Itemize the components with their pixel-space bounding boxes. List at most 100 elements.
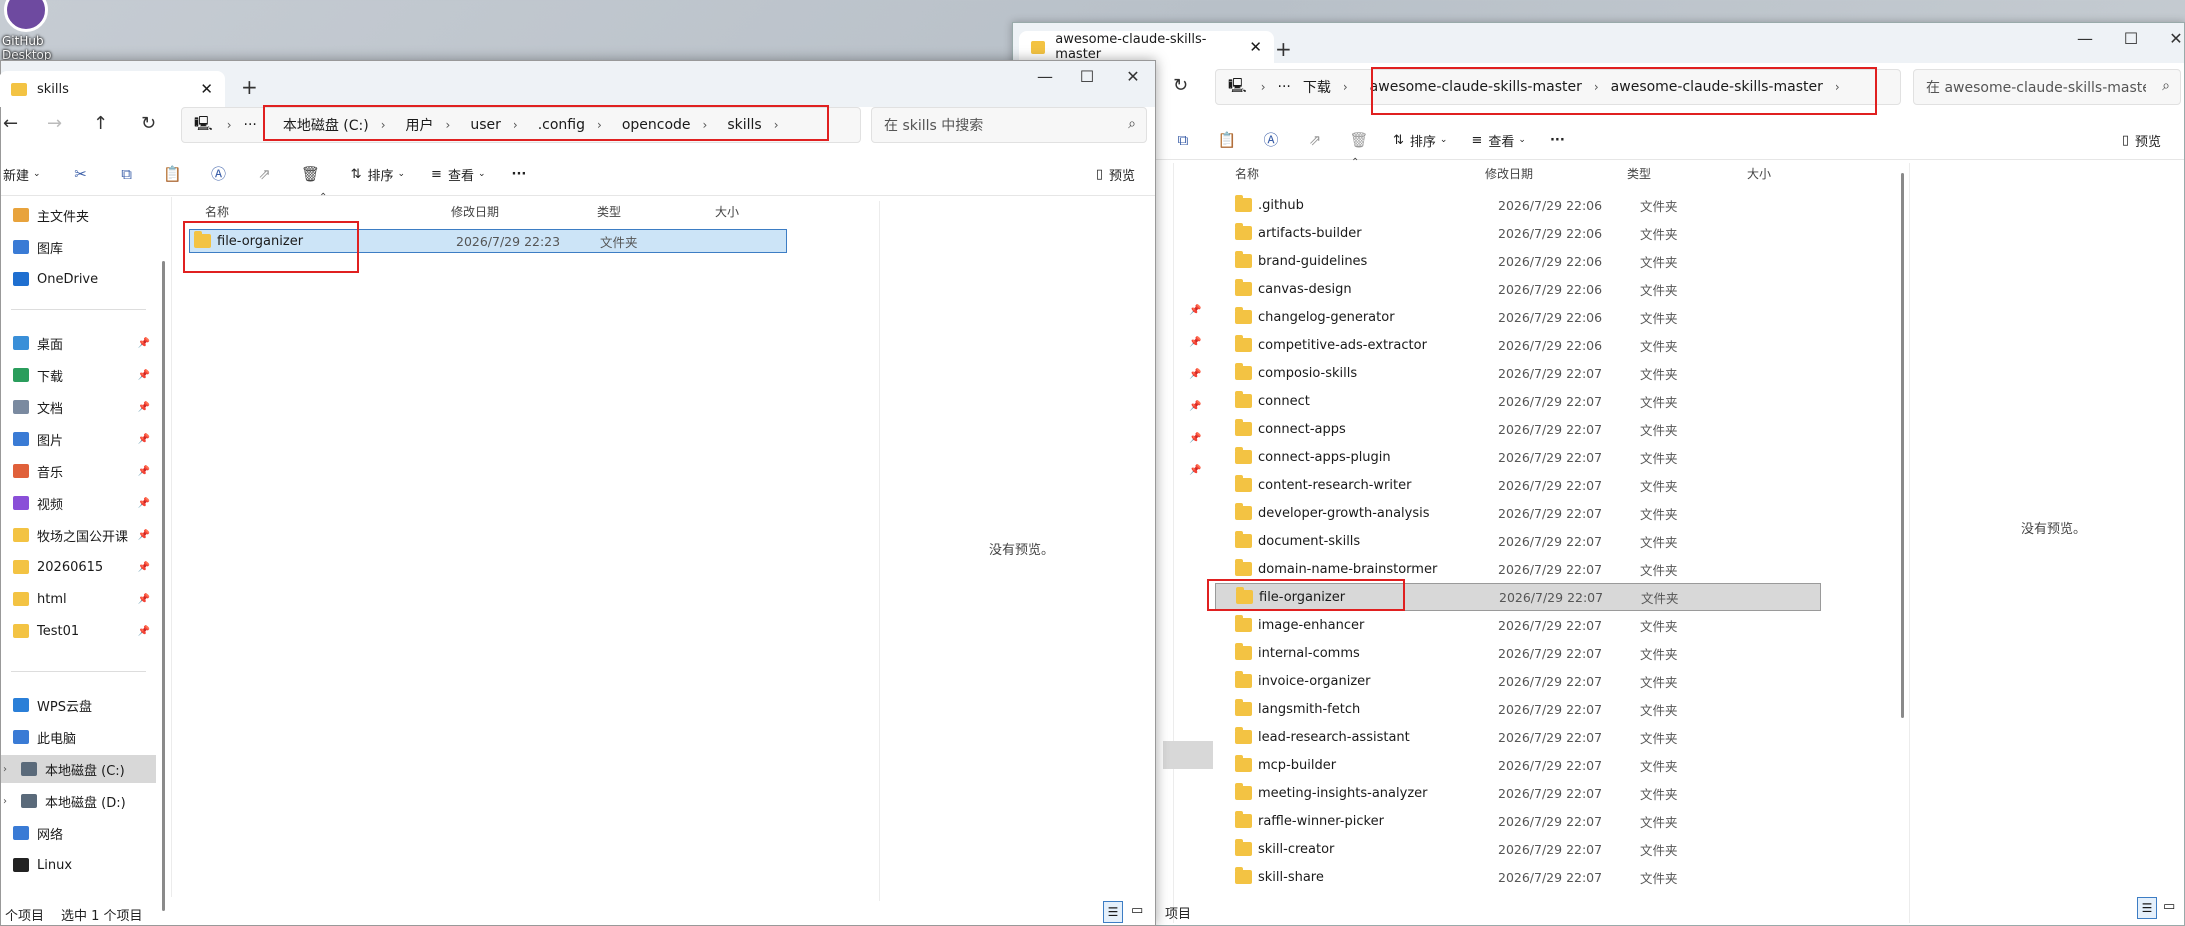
table-row[interactable]: skill-creator 2026/7/29 22:07 文件夹 [1215, 835, 1821, 863]
table-row[interactable]: artifacts-builder 2026/7/29 22:06 文件夹 [1215, 219, 1821, 247]
refresh-icon[interactable]: ↻ [141, 113, 156, 134]
sidebar-item[interactable]: 图片 📌 [1, 425, 156, 453]
breadcrumb-users[interactable]: 用户 [406, 115, 434, 135]
close-window-button[interactable]: ✕ [2156, 29, 2185, 48]
table-row[interactable]: connect 2026/7/29 22:07 文件夹 [1215, 387, 1821, 415]
preview-button[interactable]: 预览 [1109, 165, 1135, 184]
pin-icon[interactable]: 📌 [138, 434, 150, 445]
pin-icon[interactable]: 📌 [138, 562, 150, 573]
pin-icon[interactable]: 📌 [1189, 337, 1201, 348]
sidebar-item[interactable]: 此电脑 [1, 723, 156, 751]
rename-icon[interactable]: Ⓐ [209, 164, 229, 184]
more-options-button[interactable]: ··· [512, 167, 527, 182]
table-row[interactable]: brand-guidelines 2026/7/29 22:06 文件夹 [1215, 247, 1821, 275]
tiles-view-button[interactable]: ▭ [1131, 903, 1143, 918]
copy-icon[interactable]: ⧉ [1173, 130, 1193, 150]
table-row[interactable]: developer-growth-analysis 2026/7/29 22:07… [1215, 499, 1821, 527]
paste-icon[interactable]: 📋 [1217, 130, 1237, 150]
view-button[interactable]: 查看 [1488, 131, 1514, 150]
breadcrumb-config[interactable]: .config [538, 117, 585, 133]
maximize-button[interactable]: ☐ [2111, 29, 2151, 48]
sidebar-item[interactable]: html 📌 [1, 585, 156, 613]
column-header-name[interactable]: 名称 [1235, 165, 1259, 182]
sidebar-item[interactable]: 桌面 📌 [1, 329, 156, 357]
paste-icon[interactable]: 📋 [163, 164, 183, 184]
breadcrumb-repo-inner[interactable]: awesome-claude-skills-master [1611, 79, 1823, 95]
table-row[interactable]: lead-research-assistant 2026/7/29 22:07 文件… [1215, 723, 1821, 751]
sidebar-item[interactable]: 20260615 📌 [1, 553, 156, 581]
share-icon[interactable]: ⇗ [1305, 130, 1325, 150]
new-tab-button[interactable]: + [1275, 37, 1292, 61]
table-row[interactable]: document-skills 2026/7/29 22:07 文件夹 [1215, 527, 1821, 555]
search-input[interactable]: 在 awesome-claude-skills-master 中 ⌕ [1913, 69, 2181, 105]
more-crumbs-icon[interactable]: ··· [1278, 79, 1291, 95]
column-header-date[interactable]: 修改日期 [1485, 165, 1533, 182]
sidebar-item[interactable]: › 本地磁盘 (D:) [1, 787, 156, 815]
breadcrumb-repo[interactable]: awesome-claude-skills-master [1370, 79, 1582, 95]
sidebar-item[interactable]: 视频 📌 [1, 489, 156, 517]
more-crumbs-icon[interactable]: ··· [244, 117, 257, 133]
table-row[interactable]: .github 2026/7/29 22:06 文件夹 [1215, 191, 1821, 219]
table-row[interactable]: composio-skills 2026/7/29 22:07 文件夹 [1215, 359, 1821, 387]
maximize-button[interactable]: ☐ [1067, 67, 1107, 86]
cut-icon[interactable]: ✂ [71, 164, 91, 184]
table-row[interactable]: content-research-writer 2026/7/29 22:07 文件… [1215, 471, 1821, 499]
sidebar-item[interactable]: 牧场之国公开课 📌 [1, 521, 156, 549]
column-header-size[interactable]: 大小 [1747, 165, 1771, 182]
address-bar[interactable]: 🖳 › ··· 下载 › awesome-claude-skills-maste… [1215, 69, 1901, 105]
sidebar-item[interactable]: › 本地磁盘 (C:) [1, 755, 156, 783]
pin-icon[interactable]: 📌 [1189, 433, 1201, 444]
sidebar-item[interactable]: 网络 [1, 819, 156, 847]
new-button[interactable]: 新建 [3, 165, 29, 184]
pin-icon[interactable]: 📌 [138, 594, 150, 605]
pin-icon[interactable]: 📌 [1189, 465, 1201, 476]
copy-icon[interactable]: ⧉ [117, 164, 137, 184]
pin-icon[interactable]: 📌 [138, 466, 150, 477]
github-desktop-shortcut[interactable]: GitHub Desktop [0, 0, 60, 62]
pin-icon[interactable]: 📌 [1189, 369, 1201, 380]
pin-icon[interactable]: 📌 [138, 626, 150, 637]
sort-button[interactable]: 排序 [367, 165, 393, 184]
table-row[interactable]: file-organizer 2026/7/29 22:23 文件夹 [189, 229, 787, 253]
sidebar-item[interactable]: 下载 📌 [1, 361, 156, 389]
scrollbar[interactable] [1901, 173, 1904, 718]
table-row[interactable]: competitive-ads-extractor 2026/7/29 22:06… [1215, 331, 1821, 359]
table-row[interactable]: invoice-organizer 2026/7/29 22:07 文件夹 [1215, 667, 1821, 695]
table-row[interactable]: canvas-design 2026/7/29 22:06 文件夹 [1215, 275, 1821, 303]
pin-icon[interactable]: 📌 [1189, 305, 1201, 316]
breadcrumb-downloads[interactable]: 下载 [1303, 77, 1331, 97]
minimize-button[interactable]: — [1025, 67, 1065, 86]
rename-icon[interactable]: Ⓐ [1261, 130, 1281, 150]
tab-awesome-claude-skills-master[interactable]: awesome-claude-skills-master ✕ [1019, 31, 1274, 63]
forward-button[interactable]: → [47, 113, 62, 134]
sort-button[interactable]: 排序 [1410, 131, 1436, 150]
chevron-right-icon[interactable]: › [3, 796, 7, 807]
more-options-button[interactable]: ··· [1550, 133, 1565, 148]
new-tab-button[interactable]: + [241, 75, 258, 99]
pin-icon[interactable]: 📌 [138, 402, 150, 413]
table-row[interactable]: langsmith-fetch 2026/7/29 22:07 文件夹 [1215, 695, 1821, 723]
table-row[interactable]: file-organizer 2026/7/29 22:07 文件夹 [1215, 583, 1821, 611]
column-header-type[interactable]: 类型 [597, 203, 621, 220]
column-header-type[interactable]: 类型 [1627, 165, 1651, 182]
minimize-button[interactable]: — [2065, 29, 2105, 48]
table-row[interactable]: image-enhancer 2026/7/29 22:07 文件夹 [1215, 611, 1821, 639]
table-row[interactable]: mcp-builder 2026/7/29 22:07 文件夹 [1215, 751, 1821, 779]
column-header-size[interactable]: 大小 [715, 203, 739, 220]
close-tab-icon[interactable]: ✕ [200, 80, 213, 98]
pin-icon[interactable]: 📌 [138, 338, 150, 349]
up-button[interactable]: ↑ [93, 113, 108, 134]
pin-icon[interactable]: 📌 [1189, 401, 1201, 412]
sidebar-item[interactable]: Test01 📌 [1, 617, 156, 645]
close-tab-icon[interactable]: ✕ [1249, 38, 1262, 56]
delete-icon[interactable]: 🗑 [1349, 130, 1369, 150]
table-row[interactable]: domain-name-brainstormer 2026/7/29 22:07 文… [1215, 555, 1821, 583]
view-button[interactable]: 查看 [448, 165, 474, 184]
table-row[interactable]: connect-apps-plugin 2026/7/29 22:07 文件夹 [1215, 443, 1821, 471]
breadcrumb-skills[interactable]: skills [727, 117, 761, 133]
close-window-button[interactable]: ✕ [1113, 67, 1153, 86]
sidebar-item[interactable]: OneDrive [1, 265, 156, 293]
sidebar-item[interactable]: 主文件夹 [1, 201, 156, 229]
table-row[interactable]: meeting-insights-analyzer 2026/7/29 22:07… [1215, 779, 1821, 807]
sidebar-item[interactable]: WPS云盘 [1, 691, 156, 719]
